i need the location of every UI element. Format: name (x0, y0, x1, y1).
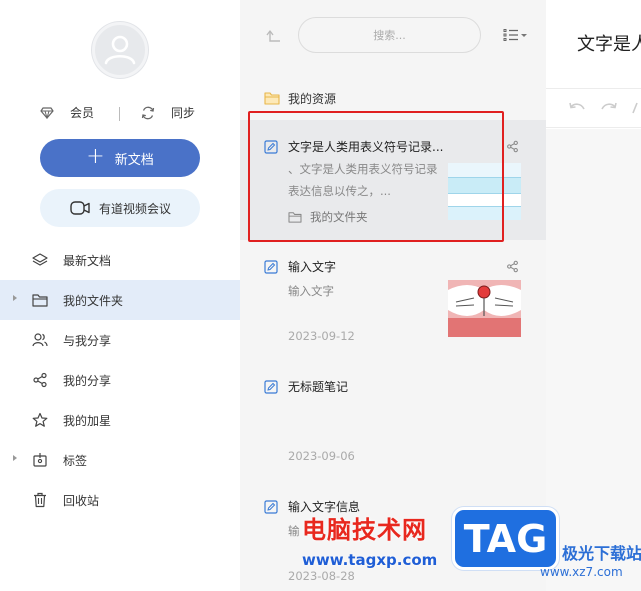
sync-button[interactable]: 同步 (141, 104, 195, 121)
note-folder-name: 我的文件夹 (310, 210, 368, 224)
sidebar-item-label: 我的分享 (63, 373, 112, 388)
trash-icon (34, 492, 46, 508)
note-title: 无标题笔记 (288, 380, 349, 394)
sidebar-item-label: 我的加星 (63, 413, 112, 428)
account-row: 会员 同步 (0, 104, 240, 124)
share-button[interactable] (506, 260, 519, 276)
note-icon (264, 379, 278, 394)
search-input[interactable] (299, 18, 480, 52)
note-list-item[interactable]: 输入文字 输入文字 2023-09-12 (240, 240, 546, 360)
undo-button[interactable] (568, 101, 586, 118)
expand-caret-icon[interactable] (13, 295, 17, 301)
sidebar-item-shared-with-me[interactable]: 与我分享 (0, 320, 240, 360)
undo-icon (569, 102, 585, 110)
video-meeting-label: 有道视频会议 (98, 201, 171, 216)
sidebar: 会员 同步 + 新文档 有道视频会议 最新文档 我的文件夹 与我分享 我的分享 … (0, 0, 240, 591)
level-up-icon (266, 30, 280, 42)
back-up-button[interactable] (264, 28, 282, 47)
sidebar-item-tags[interactable]: 标签 (0, 440, 240, 480)
share-icon (507, 260, 518, 273)
share-icon (33, 372, 47, 388)
note-list-item[interactable]: 文字是人类用表义符号记录... 、文字是人类用表义符号记录表达信息以传之，...… (240, 120, 546, 240)
note-thumbnail (448, 163, 521, 220)
expand-caret-icon[interactable] (13, 455, 17, 461)
note-title-row: 文字是人类用表义符号记录... (264, 138, 443, 155)
note-icon (264, 499, 278, 514)
user-icon (104, 35, 136, 65)
new-document-button[interactable]: + 新文档 (40, 139, 200, 177)
note-title: 文字是人类用表义符号记录... (288, 140, 444, 154)
redo-icon (601, 102, 617, 110)
tag-icon (33, 453, 47, 467)
document-preview-image (448, 163, 521, 220)
sidebar-item-label: 标签 (63, 453, 88, 468)
editor-panel: 文字是人 (546, 0, 641, 591)
format-icon (632, 102, 638, 114)
star-icon (32, 412, 48, 427)
folder-item[interactable]: 我的资源 (240, 84, 546, 112)
watermark-tag-logo: TAG (452, 507, 559, 570)
new-document-label: 新文档 (114, 152, 154, 168)
view-mode-toggle[interactable] (503, 28, 527, 42)
share-button[interactable] (506, 140, 519, 156)
sidebar-item-label: 与我分享 (63, 333, 112, 348)
note-list-panel: 我的资源 文字是人类用表义符号记录... 、文字是人类用表义符号记录表达信息以传… (240, 0, 546, 591)
sidebar-item-my-folders[interactable]: 我的文件夹 (0, 280, 240, 320)
video-camera-icon (70, 201, 90, 215)
note-thumbnail (448, 280, 521, 337)
sync-label: 同步 (171, 106, 196, 120)
video-meeting-button[interactable]: 有道视频会议 (40, 189, 200, 227)
note-folder-path: 我的文件夹 (288, 209, 368, 225)
layers-icon (32, 253, 48, 266)
sidebar-nav: 最新文档 我的文件夹 与我分享 我的分享 我的加星 标签 回收站 (0, 240, 240, 520)
note-snippet: 、文字是人类用表义符号记录表达信息以传之，... (288, 162, 438, 198)
folder-icon (288, 212, 302, 223)
watermark-download-site-url: www.xz7.com (540, 565, 623, 579)
user-avatar[interactable] (92, 22, 148, 78)
share-icon (507, 140, 518, 153)
editor-content-area[interactable] (546, 129, 641, 591)
divider (119, 107, 120, 121)
document-title[interactable]: 文字是人 (577, 30, 641, 56)
sync-icon (141, 106, 155, 119)
sidebar-item-starred[interactable]: 我的加星 (0, 400, 240, 440)
member-label: 会员 (70, 106, 95, 120)
redo-button[interactable] (600, 101, 618, 118)
chevron-down-icon (521, 33, 527, 37)
watermark-site-url: www.tagxp.com (302, 551, 438, 569)
sidebar-item-label: 最新文档 (63, 253, 112, 268)
folder-icon (32, 294, 48, 307)
note-icon (264, 259, 278, 274)
note-title-row: 无标题笔记 (264, 378, 348, 395)
watermark-download-site-name: 极光下载站 (562, 544, 641, 563)
format-button[interactable] (632, 101, 641, 118)
note-date: 2023-08-28 (288, 569, 355, 583)
users-icon (32, 333, 48, 347)
note-date: 2023-09-06 (288, 449, 355, 463)
note-snippet: 输入文字 (288, 284, 334, 298)
list-view-icon (503, 29, 518, 41)
editor-toolbar (546, 88, 641, 128)
sidebar-item-label: 回收站 (63, 493, 100, 508)
sidebar-item-label: 我的文件夹 (63, 293, 124, 308)
plus-icon: + (86, 144, 105, 169)
sidebar-item-trash[interactable]: 回收站 (0, 480, 240, 520)
search-box[interactable] (298, 17, 481, 53)
list-toolbar (240, 0, 546, 76)
sidebar-item-recent[interactable]: 最新文档 (0, 240, 240, 280)
folder-name: 我的资源 (288, 91, 337, 106)
member-button[interactable]: 会员 (40, 104, 94, 121)
watermark-site-name: 电脑技术网 (302, 516, 427, 544)
note-title: 输入文字 (288, 260, 337, 274)
note-date: 2023-09-12 (288, 329, 355, 343)
note-list-item[interactable]: 无标题笔记 2023-09-06 (240, 360, 546, 480)
cartoon-preview-image (448, 280, 521, 337)
sidebar-item-my-shares[interactable]: 我的分享 (0, 360, 240, 400)
note-icon (264, 139, 278, 154)
note-title-row: 输入文字 (264, 258, 336, 275)
folder-icon (264, 92, 280, 105)
diamond-icon (40, 106, 54, 119)
